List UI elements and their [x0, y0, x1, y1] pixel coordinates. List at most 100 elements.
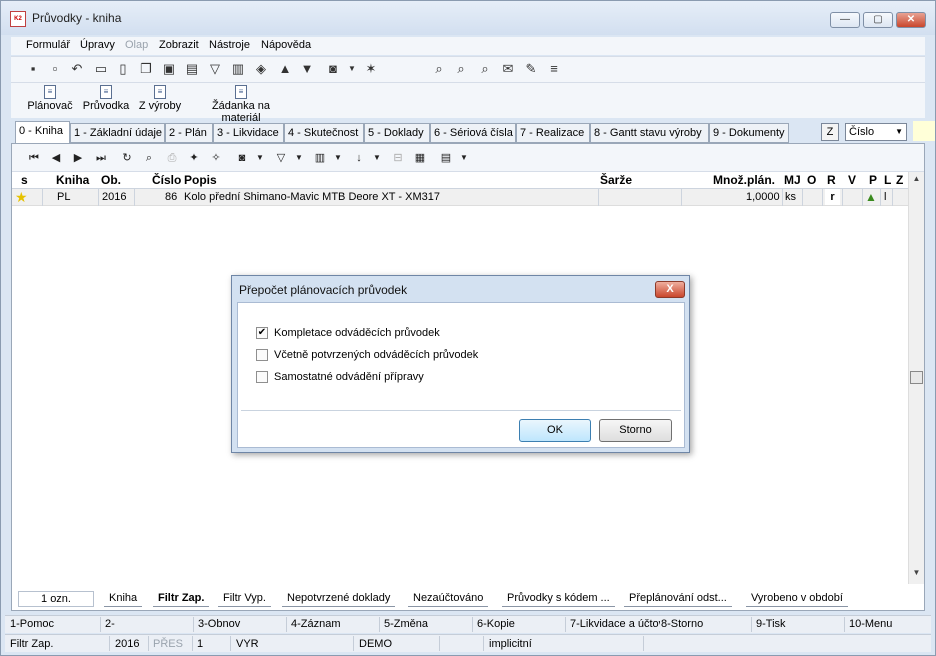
menu-zobrazit[interactable]: Zobrazit: [159, 39, 199, 51]
sort-az-icon[interactable]: ↓: [351, 150, 367, 166]
first-record-icon[interactable]: ⏮: [26, 150, 42, 166]
edit-icon[interactable]: ✎: [523, 61, 539, 77]
table-row[interactable]: ★ PL 2016 86 Kolo přední Shimano-Mavic M…: [12, 189, 908, 206]
fkey-10[interactable]: 10-Menu: [849, 618, 892, 630]
filter-list-icon[interactable]: ▥: [230, 61, 246, 77]
col-header-p[interactable]: P: [869, 173, 877, 187]
bottom-tab-vyrobeno[interactable]: Vyrobeno v období: [746, 591, 848, 607]
camera-dropdown-icon[interactable]: ▼: [252, 150, 268, 166]
bottom-tab-filtr-vyp[interactable]: Filtr Vyp.: [218, 591, 271, 607]
scroll-thumb[interactable]: [910, 371, 923, 384]
copy-icon[interactable]: ❐: [138, 61, 154, 77]
tab-kniha[interactable]: 0 - Kniha: [15, 121, 70, 144]
new-document-icon[interactable]: ▯: [115, 61, 131, 77]
binoculars-prev-icon[interactable]: ⌕: [477, 61, 493, 77]
ribbon-z-vyroby[interactable]: ≡ Z výroby: [137, 85, 183, 112]
col-header-s[interactable]: s: [21, 173, 28, 187]
bottom-tab-pruvodky-kod[interactable]: Průvodky s kódem ...: [502, 591, 615, 607]
tab-zakladni-udaje[interactable]: 1 - Základní údaje: [70, 123, 165, 143]
columns-dropdown-icon[interactable]: ▼: [330, 150, 346, 166]
save-all-icon[interactable]: ▫: [47, 61, 63, 77]
tab-seriova-cisla[interactable]: 6 - Sériová čísla: [430, 123, 516, 143]
col-header-sarze[interactable]: Šarže: [600, 173, 632, 187]
cancel-button[interactable]: Storno: [599, 419, 672, 442]
ribbon-planovac[interactable]: ≡ Plánovač: [26, 85, 74, 112]
arrow-up-icon[interactable]: ▲: [277, 61, 293, 77]
binoculars-next-icon[interactable]: ⌕: [453, 61, 469, 77]
layers-icon[interactable]: ◈: [253, 61, 269, 77]
col-header-ob[interactable]: Ob.: [101, 173, 121, 187]
fkey-6[interactable]: 6-Kopie: [477, 618, 515, 630]
tab-gantt[interactable]: 8 - Gantt stavu výroby: [590, 123, 709, 143]
book-icon[interactable]: ▤: [184, 61, 200, 77]
checkbox-kompletace[interactable]: ✔: [256, 327, 268, 339]
binoculars-icon[interactable]: ⌕: [431, 61, 447, 77]
maximize-button[interactable]: ▢: [863, 12, 893, 28]
excel-icon[interactable]: ▦: [412, 150, 428, 166]
fkey-9[interactable]: 9-Tisk: [756, 618, 786, 630]
col-header-mj[interactable]: MJ: [784, 173, 801, 187]
fkey-5[interactable]: 5-Změna: [384, 618, 428, 630]
arrow-down-icon[interactable]: ▼: [299, 61, 315, 77]
fkey-2[interactable]: 2-: [105, 618, 115, 630]
next-record-icon[interactable]: ▶: [70, 150, 86, 166]
scroll-down-icon[interactable]: ▼: [909, 568, 924, 582]
checkbox-samostatne-odvadeni[interactable]: [256, 371, 268, 383]
ok-button[interactable]: OK: [519, 419, 591, 442]
fkey-3[interactable]: 3-Obnov: [198, 618, 240, 630]
menu-olap[interactable]: Olap: [125, 39, 148, 51]
col-header-v[interactable]: V: [848, 173, 856, 187]
open-folder-icon[interactable]: ▭: [93, 61, 109, 77]
checkbox-vcetne-potvrzenych[interactable]: [256, 349, 268, 361]
filter-icon[interactable]: ▽: [273, 150, 289, 166]
col-header-r[interactable]: R: [827, 173, 836, 187]
filter-icon[interactable]: ▽: [207, 61, 223, 77]
tab-doklady[interactable]: 5 - Doklady: [364, 123, 430, 143]
mail-icon[interactable]: ✉: [500, 61, 516, 77]
minimize-button[interactable]: —: [830, 12, 860, 28]
fkey-1[interactable]: 1-Pomoc: [10, 618, 54, 630]
menu-formular[interactable]: Formulář: [26, 39, 70, 51]
ribbon-zadanka[interactable]: ≡ Žádanka na materiál: [191, 85, 291, 124]
filter-dropdown-icon[interactable]: ▼: [291, 150, 307, 166]
ribbon-pruvodka[interactable]: ≡ Průvodka: [82, 85, 130, 112]
remove-star-icon[interactable]: ✧: [208, 150, 224, 166]
tab-dokumenty[interactable]: 9 - Dokumenty: [709, 123, 789, 143]
tab-skutecnost[interactable]: 4 - Skutečnost: [284, 123, 364, 143]
camera-icon[interactable]: ◙: [325, 61, 341, 77]
fkey-4[interactable]: 4-Záznam: [291, 618, 341, 630]
print-icon[interactable]: ⎙: [164, 150, 180, 166]
tab-likvidace[interactable]: 3 - Likvidace: [213, 123, 284, 143]
menu-napoveda[interactable]: Nápověda: [261, 39, 311, 51]
dialog-close-button[interactable]: X: [655, 281, 685, 298]
sort-z-button[interactable]: Z: [821, 123, 839, 141]
menu-lines-icon[interactable]: ≡: [546, 61, 562, 77]
camera-dropdown-icon[interactable]: ▼: [344, 61, 360, 77]
tree-icon[interactable]: ⊟: [390, 150, 406, 166]
vertical-scrollbar[interactable]: ▲ ▼: [908, 172, 924, 584]
sort-dropdown-icon[interactable]: ▼: [369, 150, 385, 166]
fkey-8[interactable]: 8-Storno: [661, 618, 703, 630]
col-header-kniha[interactable]: Kniha: [56, 173, 89, 187]
tab-realizace[interactable]: 7 - Realizace: [516, 123, 590, 143]
fkey-7[interactable]: 7-Likvidace a účtov: [570, 618, 660, 630]
menu-nastroje[interactable]: Nástroje: [209, 39, 250, 51]
report-icon[interactable]: ▤: [438, 150, 454, 166]
last-record-icon[interactable]: ⏭: [93, 150, 109, 166]
col-header-mnoz[interactable]: Množ.plán.: [713, 173, 775, 187]
col-header-o[interactable]: O: [807, 173, 816, 187]
bottom-tab-nezauctovano[interactable]: Nezaúčtováno: [408, 591, 489, 607]
undo-icon[interactable]: ↶: [69, 61, 85, 77]
report-dropdown-icon[interactable]: ▼: [456, 150, 472, 166]
bottom-tab-kniha[interactable]: Kniha: [104, 591, 143, 607]
binoculars-icon[interactable]: ⌕: [141, 150, 157, 166]
prev-record-icon[interactable]: ◀: [48, 150, 64, 166]
close-window-button[interactable]: ✕: [896, 12, 926, 28]
camera-icon[interactable]: ◙: [234, 150, 250, 166]
col-header-popis[interactable]: Popis: [184, 173, 217, 187]
refresh-icon[interactable]: ↻: [119, 150, 135, 166]
save-icon[interactable]: ▪: [25, 61, 41, 77]
scroll-up-icon[interactable]: ▲: [909, 174, 924, 188]
menu-upravy[interactable]: Úpravy: [80, 39, 115, 51]
col-header-cislo[interactable]: Číslo: [152, 173, 181, 187]
